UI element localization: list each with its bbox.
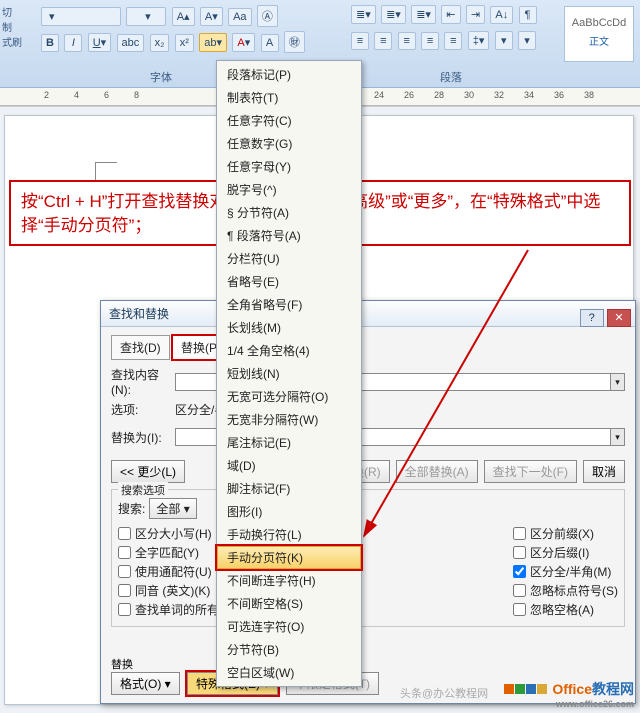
- line-spacing[interactable]: ‡▾: [468, 31, 490, 50]
- borders-btn[interactable]: ▾: [518, 31, 536, 50]
- options-label: 选项:: [111, 401, 175, 418]
- numbering-btn[interactable]: ≣▾: [381, 5, 406, 24]
- strike-btn[interactable]: abc: [117, 34, 145, 52]
- menu-item-5[interactable]: 脱字号(^): [217, 178, 361, 201]
- replace-all-button[interactable]: 全部替换(A): [396, 460, 478, 483]
- grow-font[interactable]: A▴: [172, 7, 195, 26]
- shading-btn[interactable]: ▾: [495, 31, 513, 50]
- menu-item-15[interactable]: 无宽非分隔符(W): [217, 408, 361, 431]
- font-color-btn[interactable]: A▾: [232, 33, 255, 52]
- menu-item-22[interactable]: 不间断连字符(H): [217, 569, 361, 592]
- indent-btn[interactable]: ⇥: [466, 5, 485, 24]
- toutiao-watermark: 头条@办公教程网: [400, 685, 488, 701]
- find-history-dd[interactable]: ▾: [611, 373, 625, 391]
- shrink-font[interactable]: A▾: [200, 7, 223, 26]
- ribbon-cut[interactable]: 切: [2, 4, 22, 19]
- menu-item-21[interactable]: 手动分页符(K): [217, 546, 361, 569]
- format-button[interactable]: 格式(O) ▾: [111, 672, 180, 695]
- group-para-label: 段落: [440, 69, 462, 85]
- font-name-dd[interactable]: ▾: [41, 7, 121, 26]
- align-center[interactable]: ≡: [374, 32, 392, 50]
- sub-btn[interactable]: x₂: [150, 34, 170, 52]
- search-options-title: 搜索选项: [118, 482, 168, 498]
- menu-item-18[interactable]: 脚注标记(F): [217, 477, 361, 500]
- char-shading[interactable]: A: [261, 34, 279, 52]
- sort-btn[interactable]: A↓: [490, 6, 513, 24]
- font-size-dd[interactable]: ▾: [126, 7, 166, 26]
- style-normal[interactable]: AaBbCcDd 正文: [564, 6, 634, 62]
- special-format-menu: 段落标记(P)制表符(T)任意字符(C)任意数字(G)任意字母(Y)脱字号(^)…: [216, 60, 362, 687]
- menu-item-20[interactable]: 手动换行符(L): [217, 523, 361, 546]
- align-dist[interactable]: ≡: [444, 32, 462, 50]
- sup-btn[interactable]: x²: [175, 34, 194, 52]
- multilevel-btn[interactable]: ≣▾: [411, 5, 436, 24]
- chk-ignore-punct[interactable]: 忽略标点符号(S): [513, 582, 618, 599]
- menu-item-0[interactable]: 段落标记(P): [217, 63, 361, 86]
- menu-item-11[interactable]: 长划线(M): [217, 316, 361, 339]
- dedent-btn[interactable]: ⇤: [441, 5, 460, 24]
- menu-item-6[interactable]: § 分节符(A): [217, 201, 361, 224]
- menu-item-19[interactable]: 图形(I): [217, 500, 361, 523]
- dialog-titlebar: 查找和替换 ? ✕: [101, 301, 635, 327]
- menu-item-8[interactable]: 分栏符(U): [217, 247, 361, 270]
- search-dir-label: 搜索:: [118, 500, 145, 517]
- italic-btn[interactable]: I: [64, 34, 82, 52]
- dialog-tabs: 查找(D) 替换(P) 定位(G): [111, 335, 625, 360]
- menu-item-9[interactable]: 省略号(E): [217, 270, 361, 293]
- showmarks-btn[interactable]: ¶: [519, 6, 537, 24]
- menu-item-24[interactable]: 可选连字符(O): [217, 615, 361, 638]
- menu-item-3[interactable]: 任意数字(G): [217, 132, 361, 155]
- menu-item-17[interactable]: 域(D): [217, 454, 361, 477]
- menu-item-13[interactable]: 短划线(N): [217, 362, 361, 385]
- find-next-button[interactable]: 查找下一处(F): [484, 460, 577, 483]
- site-watermark: Office教程网 www.office26.com: [504, 679, 634, 709]
- menu-item-25[interactable]: 分节符(B): [217, 638, 361, 661]
- menu-item-7[interactable]: ¶ 段落符号(A): [217, 224, 361, 247]
- find-label: 查找内容(N):: [111, 366, 175, 397]
- replace-group-label: 替换: [111, 659, 133, 671]
- dialog-title: 查找和替换: [109, 307, 169, 321]
- chk-suffix[interactable]: 区分后缀(I): [513, 544, 618, 561]
- highlight-btn[interactable]: ab▾: [199, 33, 227, 52]
- menu-item-1[interactable]: 制表符(T): [217, 86, 361, 109]
- close-icon[interactable]: ✕: [607, 309, 631, 327]
- chk-width[interactable]: 区分全/半角(M): [513, 563, 618, 580]
- chk-prefix[interactable]: 区分前缀(X): [513, 525, 618, 542]
- search-direction-dd[interactable]: 全部 ▾: [149, 498, 196, 519]
- bold-btn[interactable]: B: [41, 34, 59, 52]
- menu-item-16[interactable]: 尾注标记(E): [217, 431, 361, 454]
- menu-item-23[interactable]: 不间断空格(S): [217, 592, 361, 615]
- tab-find[interactable]: 查找(D): [111, 335, 170, 360]
- help-icon[interactable]: ?: [580, 309, 604, 327]
- align-left[interactable]: ≡: [351, 32, 369, 50]
- ribbon-painter[interactable]: 式刷: [2, 34, 22, 49]
- group-font-label: 字体: [150, 69, 172, 85]
- menu-item-4[interactable]: 任意字母(Y): [217, 155, 361, 178]
- menu-item-14[interactable]: 无宽可选分隔符(O): [217, 385, 361, 408]
- cancel-button[interactable]: 取消: [583, 460, 625, 483]
- clear-fmt[interactable]: Ⓐ: [257, 5, 278, 27]
- bullets-btn[interactable]: ≣▾: [351, 5, 376, 24]
- change-case[interactable]: Aa: [228, 8, 251, 26]
- ribbon-copy[interactable]: 制: [2, 19, 22, 34]
- search-options-group: 搜索选项 搜索: 全部 ▾ 区分大小写(H) 全字匹配(Y) 使用通配符(U) …: [111, 489, 625, 627]
- menu-item-2[interactable]: 任意字符(C): [217, 109, 361, 132]
- replace-label: 替换为(I):: [111, 429, 175, 446]
- enclose-btn[interactable]: ㊖: [284, 31, 305, 53]
- underline-btn[interactable]: U▾: [88, 33, 111, 52]
- chk-ignore-space[interactable]: 忽略空格(A): [513, 601, 618, 618]
- less-button[interactable]: << 更少(L): [111, 460, 185, 483]
- find-replace-dialog: 查找和替换 ? ✕ 查找(D) 替换(P) 定位(G) 查找内容(N): ▾ 选…: [100, 300, 636, 704]
- menu-item-12[interactable]: 1/4 全角空格(4): [217, 339, 361, 362]
- align-right[interactable]: ≡: [398, 32, 416, 50]
- replace-history-dd[interactable]: ▾: [611, 428, 625, 446]
- menu-item-10[interactable]: 全角省略号(F): [217, 293, 361, 316]
- align-justify[interactable]: ≡: [421, 32, 439, 50]
- menu-item-26[interactable]: 空白区域(W): [217, 661, 361, 684]
